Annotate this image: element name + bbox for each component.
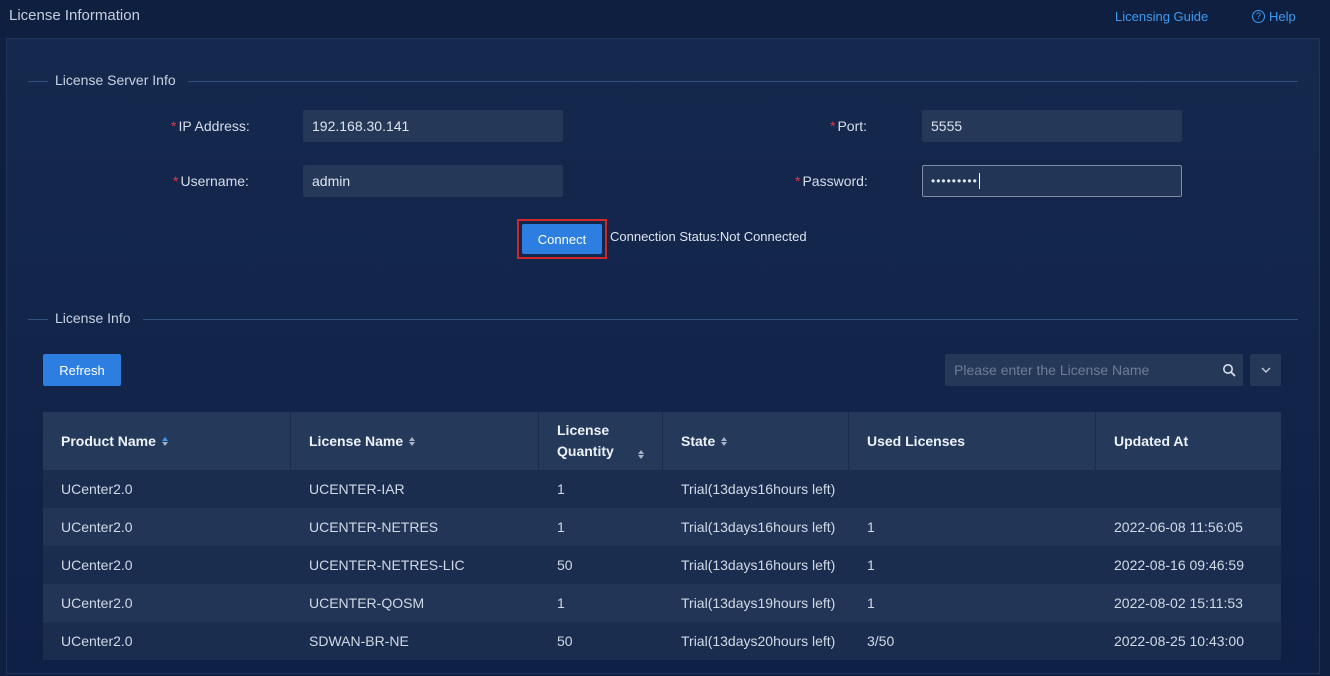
help-link-label: Help [1269,9,1296,24]
cell-state: Trial(13days16hours left) [681,481,836,497]
port-field[interactable]: 5555 [922,110,1182,142]
cell-license-quantity: 50 [557,633,573,649]
cell-product-name: UCenter2.0 [61,557,133,573]
license-section-header: License Info [28,309,1298,329]
cell-used-licenses: 3/50 [867,633,895,649]
cell-used-licenses: 1 [867,595,875,611]
username-label: * Username: [173,173,249,189]
server-section-header: License Server Info [28,71,1298,91]
cell-updated-at: 2022-06-08 11:56:05 [1114,519,1243,535]
cell-license-quantity: 1 [557,519,565,535]
help-link[interactable]: ? Help [1252,9,1296,24]
divider [143,319,1298,320]
cell-license-name: UCENTER-NETRES [309,519,439,535]
cell-product-name: UCenter2.0 [61,519,133,535]
cell-used-licenses: 1 [867,519,875,535]
license-table: Product Name License Name License Quanti… [43,412,1281,660]
password-field[interactable]: ••••••••• [922,165,1182,197]
cell-license-name: UCENTER-IAR [309,481,405,497]
cell-state: Trial(13days20hours left) [681,633,836,649]
licensing-guide-link[interactable]: Licensing Guide [1115,9,1208,24]
cell-used-licenses: 1 [867,557,875,573]
cell-state: Trial(13days19hours left) [681,595,836,611]
connect-button[interactable]: Connect [522,224,602,254]
table-row[interactable]: UCenter2.0 UCENTER-NETRES 1 Trial(13days… [43,508,1281,546]
column-header-product-name[interactable]: Product Name [43,412,291,470]
cell-product-name: UCenter2.0 [61,595,133,611]
help-circle-icon: ? [1252,10,1265,23]
chevron-down-icon [1261,367,1271,373]
sort-icon[interactable] [161,436,168,446]
text-caret [978,173,980,189]
connection-status: Connection Status:Not Connected [610,229,807,244]
column-header-used-licenses: Used Licenses [849,412,1096,470]
sort-icon[interactable] [409,436,416,446]
filter-dropdown-button[interactable] [1250,354,1281,386]
cell-updated-at: 2022-08-16 09:46:59 [1114,557,1244,573]
cell-license-quantity: 1 [557,595,565,611]
username-field[interactable]: admin [303,165,563,197]
cell-used-licenses [849,470,1096,508]
connect-highlight: Connect [517,219,607,259]
divider [28,81,48,82]
table-row[interactable]: UCenter2.0 UCENTER-NETRES-LIC 50 Trial(1… [43,546,1281,584]
divider [188,81,1298,82]
cell-product-name: UCenter2.0 [61,633,133,649]
cell-state: Trial(13days16hours left) [681,519,836,535]
column-header-license-name[interactable]: License Name [291,412,539,470]
license-search-input[interactable] [952,361,1222,379]
cell-license-name: UCENTER-NETRES-LIC [309,557,465,573]
port-label: * Port: [830,118,868,134]
top-bar: License Information Licensing Guide ? He… [0,0,1330,36]
cell-license-quantity: 1 [557,481,565,497]
server-section-title: License Server Info [55,72,176,88]
cell-updated-at: 2022-08-02 15:11:53 [1114,595,1243,611]
required-asterisk: * [830,118,836,134]
ip-address-label: * IP Address: [171,118,250,134]
column-header-updated-at: Updated At [1114,433,1189,449]
table-row[interactable]: UCenter2.0 UCENTER-IAR 1 Trial(13days16h… [43,470,1281,508]
table-row[interactable]: UCenter2.0 SDWAN-BR-NE 50 Trial(13days20… [43,622,1281,660]
sort-icon[interactable] [638,450,644,459]
cell-product-name: UCenter2.0 [61,481,133,497]
cell-license-name: SDWAN-BR-NE [309,633,409,649]
search-icon[interactable] [1222,363,1236,377]
cell-state: Trial(13days16hours left) [681,557,836,573]
required-asterisk: * [795,173,801,189]
cell-license-name: UCENTER-QOSM [309,595,425,611]
cell-updated-at: 2022-08-25 10:43:00 [1114,633,1244,649]
table-header: Product Name License Name License Quanti… [43,412,1281,470]
column-header-license-quantity[interactable]: License Quantity [539,412,663,470]
column-header-state[interactable]: State [663,412,849,470]
page-title: License Information [9,7,140,24]
license-section-title: License Info [55,310,131,326]
required-asterisk: * [173,173,179,189]
sort-icon[interactable] [721,436,728,446]
divider [28,319,48,320]
refresh-button[interactable]: Refresh [43,354,121,386]
required-asterisk: * [171,118,177,134]
license-panel: License Server Info * IP Address: 192.168… [6,38,1320,674]
cell-license-quantity: 50 [557,557,573,573]
table-row[interactable]: UCenter2.0 UCENTER-QOSM 1 Trial(13days19… [43,584,1281,622]
password-label: * Password: [795,173,868,189]
ip-address-field[interactable]: 192.168.30.141 [303,110,563,142]
cell-updated-at [1096,470,1281,508]
license-search [945,354,1243,386]
